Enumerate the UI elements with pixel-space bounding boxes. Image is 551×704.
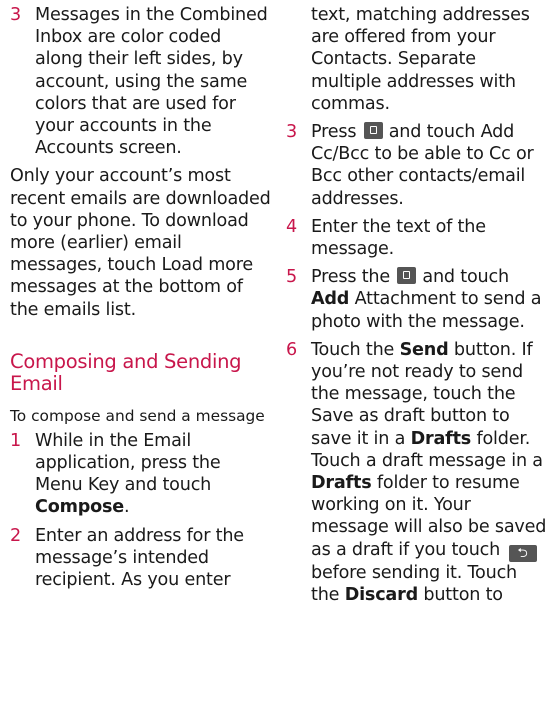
section-heading: Composing and Sending Email [10,349,242,396]
list-item-1: 1 While in the Email application, press … [10,430,272,519]
drafts-label: Drafts [311,473,372,494]
list-item-6: 6 Touch the Send button. If you’re not r… [286,339,548,606]
drafts-label: Drafts [410,428,472,449]
left-column: 3 Messages in the Combined Inbox are col… [10,4,272,597]
item-text-part: and touch [422,267,509,288]
item-number: 2 [10,525,21,546]
compose-label: Compose [35,497,125,518]
item-text: Messages in the Combined Inbox are color… [35,5,268,159]
intro-text: To compose and send a message [10,406,265,425]
paragraph-download: Only your account’s most recent emails a… [10,166,271,320]
item-number: 4 [286,216,297,237]
item-text: Enter the text of the message. [311,216,486,260]
list-item-5: 5 Press the and touch Add Attachment to … [286,266,548,333]
right-column: text, matching addresses are offered fro… [286,4,548,612]
item-number: 6 [286,339,297,360]
manual-page: 3 Messages in the Combined Inbox are col… [0,0,551,704]
list-item-4: 4 Enter the text of the message. [286,216,548,260]
item-text-end: . [124,497,130,518]
item-text: Touch the Send button. If you’re not rea… [311,339,548,606]
list-item-2-continued: text, matching addresses are offered fro… [286,4,548,115]
item-number-blank [286,4,311,115]
list-item-2: 2 Enter an address for the message’s int… [10,525,272,592]
item-text-part: button to [423,584,503,605]
back-key-icon: ⮌ [508,544,537,562]
item-text-part: While in the Email application, press th… [35,430,221,496]
item-text-part: Press [311,122,357,143]
item-number: 3 [10,5,21,25]
list-item-3: 3 Messages in the Combined Inbox are col… [10,4,272,159]
menu-key-icon [363,122,383,140]
item-text-part: Press the [311,267,390,288]
menu-key-icon [397,267,417,285]
item-text: While in the Email application, press th… [35,430,272,519]
list-item-3: 3 Press and touch Add Cc/Bcc to be able … [286,121,548,210]
discard-label: Discard [344,584,418,605]
item-text: Press and touch Add Cc/Bcc to be able to… [311,121,548,210]
send-label: Send [399,339,449,360]
item-number: 1 [10,430,21,451]
item-text: text, matching addresses are offered fro… [311,5,530,114]
item-number: 5 [286,267,297,288]
item-number: 3 [286,122,297,143]
item-text: Press the and touch Add Attachment to se… [311,266,548,333]
add-label: Add [311,289,350,310]
item-text: Enter an address for the message’s inten… [35,525,244,591]
item-text-part: Touch the [311,339,395,360]
